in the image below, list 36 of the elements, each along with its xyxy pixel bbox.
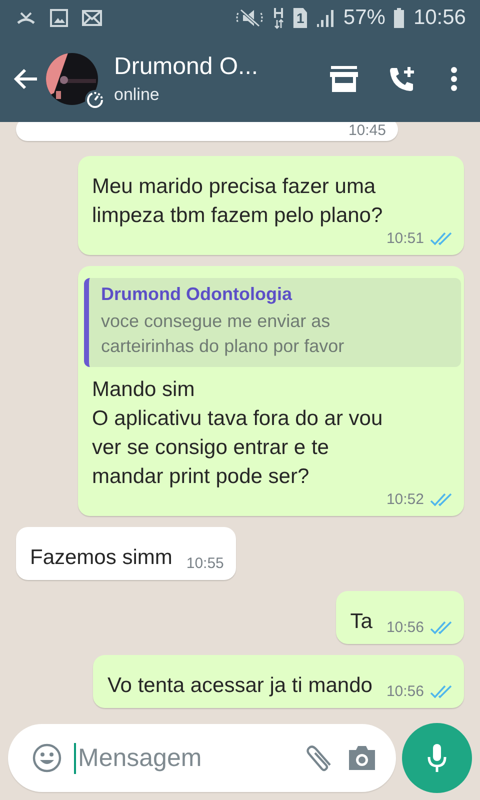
battery-percentage: 57% [343, 6, 386, 30]
missed-call-icon [16, 10, 36, 26]
message-time: 10:52 [386, 491, 424, 508]
back-arrow-icon [13, 67, 39, 91]
clock: 10:56 [413, 6, 466, 30]
timer-icon [84, 89, 106, 111]
message-text: Meu marido precisa fazer uma limpeza tbm fazem pelo plano? [92, 174, 384, 229]
message-text: Vo tenta acessar ja ti mando [107, 673, 372, 699]
image-icon [50, 9, 68, 27]
quote-author: Drumond Odontologia [101, 284, 294, 305]
signal-icon [315, 8, 336, 28]
mail-icon [82, 10, 102, 26]
camera-icon[interactable] [346, 744, 378, 772]
message-time: 10:56 [386, 683, 424, 700]
sim-card-icon: 1 [293, 8, 308, 28]
contact-status: online [114, 85, 160, 105]
mute-icon [235, 9, 266, 27]
message-text: Mando sim O aplicativu tava fora do ar vou ver se consigo entrar e te mandar print pode ser? [92, 377, 384, 490]
microphone-icon [427, 743, 447, 773]
menu-icon [450, 66, 458, 92]
phone-plus-icon [388, 65, 416, 93]
contact-name[interactable]: Drumond O... [114, 53, 308, 81]
data-h-icon [273, 7, 286, 29]
emoji-icon[interactable] [32, 743, 62, 773]
store-icon [329, 66, 359, 92]
battery-icon [393, 8, 406, 28]
message-text: Fazemos simm [30, 545, 172, 571]
paperclip-icon[interactable] [304, 743, 334, 773]
message-time: 10:51 [386, 230, 424, 247]
message-text: Ta [350, 609, 372, 635]
message-composer[interactable]: Mensagem [8, 724, 396, 792]
message-time: 10:56 [386, 619, 424, 636]
quote-text: voce consegue me enviar as carteirinhas do plano por favor [101, 310, 346, 358]
message-time: 10:45 [348, 122, 386, 139]
quoted-message[interactable]: Drumond Odontologia voce consegue me enviar as carteirinhas do plano por favor [84, 278, 461, 367]
message-time: 10:55 [186, 555, 224, 572]
